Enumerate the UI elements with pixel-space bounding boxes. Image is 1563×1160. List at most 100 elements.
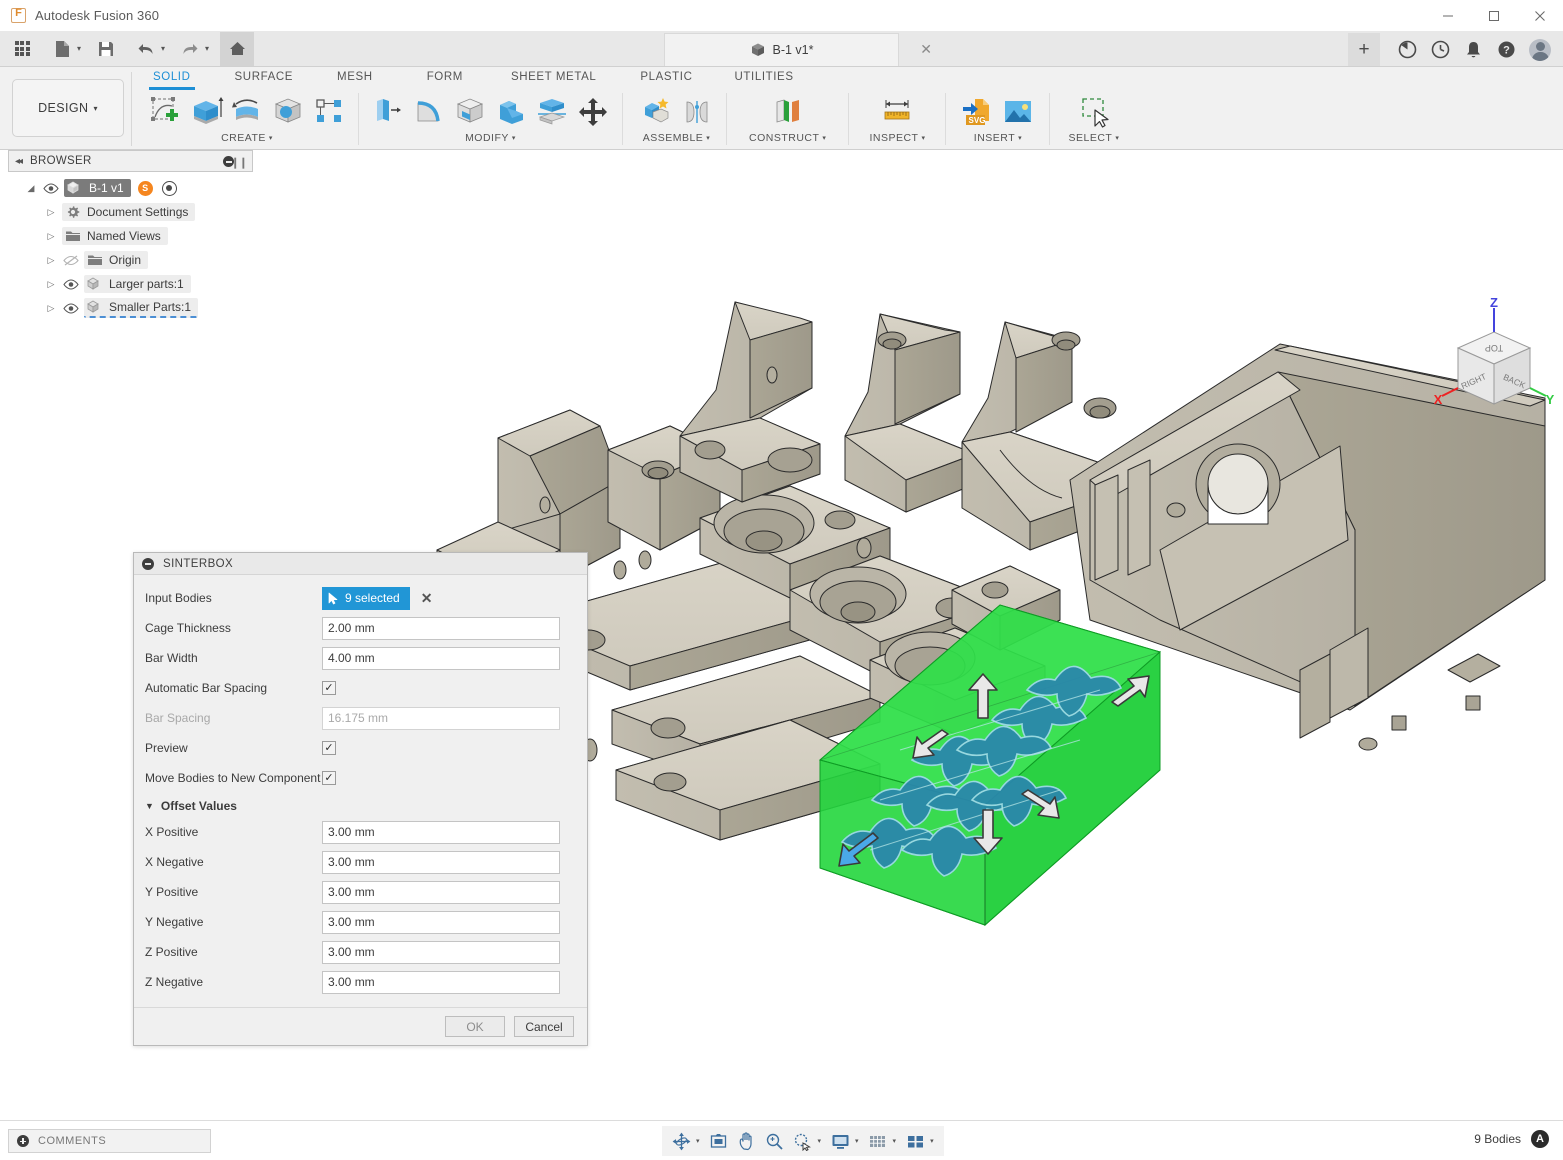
combine-icon[interactable] — [492, 93, 530, 131]
insert-svg-icon[interactable]: SVG — [958, 93, 996, 131]
redo-icon[interactable] — [176, 35, 204, 63]
eye-visible-icon[interactable] — [62, 301, 80, 315]
viewports-caret-icon[interactable]: ▾ — [930, 1137, 934, 1145]
new-file-icon[interactable] — [48, 35, 76, 63]
tree-row-smaller-parts[interactable]: ▷ Smaller Parts:1 — [8, 296, 253, 320]
undo-caret-icon[interactable]: ▾ — [161, 44, 165, 53]
radio-toggle-icon[interactable] — [161, 180, 177, 196]
orbit-caret-icon[interactable]: ▾ — [696, 1137, 700, 1145]
look-at-icon[interactable] — [706, 1129, 732, 1153]
grid-snaps-caret-icon[interactable]: ▾ — [893, 1137, 897, 1145]
save-icon[interactable] — [92, 35, 120, 63]
tab-form[interactable]: FORM — [414, 68, 476, 87]
expander-icon[interactable]: ◢ — [24, 181, 38, 195]
offset-values-section-header[interactable]: ▼ Offset Values — [134, 793, 587, 817]
panel-modify-label[interactable]: MODIFY ▾ — [465, 132, 516, 144]
browser-grip-icon[interactable]: ❙❙ — [231, 156, 248, 169]
move-bodies-checkbox[interactable]: ✓ — [322, 771, 336, 785]
expander-icon[interactable]: ▷ — [44, 229, 58, 243]
automatic-bar-spacing-checkbox[interactable]: ✓ — [322, 681, 336, 695]
tab-sheet-metal[interactable]: SHEET METAL — [498, 68, 609, 87]
panel-insert-label[interactable]: INSERT ▾ — [974, 132, 1022, 144]
expander-icon[interactable]: ▷ — [44, 277, 58, 291]
tree-item-smaller-parts[interactable]: Smaller Parts:1 — [84, 298, 199, 318]
tab-solid[interactable]: SOLID — [140, 68, 204, 90]
eye-visible-icon[interactable] — [62, 277, 80, 291]
expander-icon[interactable]: ▷ — [44, 205, 58, 219]
redo-caret-icon[interactable]: ▾ — [205, 44, 209, 53]
joint-icon[interactable] — [678, 93, 716, 131]
zoom-window-caret-icon[interactable]: ▾ — [818, 1137, 822, 1145]
tree-row-origin[interactable]: ▷ Origin — [8, 248, 253, 272]
zoom-icon[interactable] — [762, 1129, 788, 1153]
clear-selection-icon[interactable]: ✕ — [421, 590, 433, 607]
eye-hidden-icon[interactable] — [62, 253, 80, 267]
dialog-minimize-icon[interactable] — [142, 557, 154, 570]
panel-construct-label[interactable]: CONSTRUCT ▾ — [749, 132, 826, 144]
tree-item-origin[interactable]: Origin — [84, 251, 149, 269]
minimize-button[interactable] — [1425, 0, 1471, 31]
y-positive-input[interactable]: 3.00 mm — [322, 880, 560, 904]
home-icon[interactable] — [220, 31, 255, 66]
display-settings-icon[interactable] — [827, 1129, 853, 1153]
viewports-icon[interactable] — [902, 1129, 928, 1153]
tree-item-b1[interactable]: B-1 v1 — [64, 179, 131, 197]
revolve-icon[interactable] — [228, 93, 266, 131]
account-avatar[interactable] — [1529, 38, 1551, 61]
insert-image-icon[interactable] — [999, 93, 1037, 131]
panel-inspect-label[interactable]: INSPECT ▾ — [869, 132, 925, 144]
tab-mesh[interactable]: MESH — [324, 68, 386, 87]
preview-checkbox[interactable]: ✓ — [322, 741, 336, 755]
cage-thickness-input[interactable]: 2.00 mm — [322, 616, 560, 640]
app-grid-icon[interactable] — [8, 35, 36, 63]
tree-item-document-settings[interactable]: Document Settings — [62, 203, 196, 221]
pattern-icon[interactable] — [310, 93, 348, 131]
x-negative-input[interactable]: 3.00 mm — [322, 850, 560, 874]
view-cube[interactable]: TOP RIGHT BACK Z X Y — [1434, 295, 1555, 407]
tree-row-named-views[interactable]: ▷ Named Views — [8, 224, 253, 248]
notifications-bell-icon[interactable] — [1463, 40, 1483, 60]
job-status-icon[interactable] — [1397, 40, 1417, 60]
orbit-icon[interactable] — [668, 1129, 694, 1153]
expander-icon[interactable]: ▷ — [44, 253, 58, 267]
maximize-button[interactable] — [1471, 0, 1517, 31]
recent-activity-icon[interactable] — [1430, 40, 1450, 60]
collapse-panel-icon[interactable]: ◂◂ — [15, 156, 23, 167]
tree-item-named-views[interactable]: Named Views — [62, 227, 168, 245]
cancel-button[interactable]: Cancel — [514, 1016, 574, 1037]
pan-icon[interactable] — [734, 1129, 760, 1153]
tree-item-larger-parts[interactable]: Larger parts:1 — [84, 275, 191, 293]
x-positive-input[interactable]: 3.00 mm — [322, 820, 560, 844]
workspace-switcher-button[interactable]: DESIGN ▾ — [12, 79, 124, 137]
z-positive-input[interactable]: 3.00 mm — [322, 940, 560, 964]
tab-utilities[interactable]: UTILITIES — [722, 68, 807, 87]
cloud-status-badge[interactable]: S — [137, 180, 153, 196]
measure-icon[interactable] — [878, 93, 916, 131]
tab-surface[interactable]: SURFACE — [222, 68, 307, 87]
display-settings-caret-icon[interactable]: ▾ — [855, 1137, 859, 1145]
document-tab[interactable]: B-1 v1* ✕ — [664, 33, 932, 66]
window-select-icon[interactable] — [1075, 93, 1113, 131]
tree-row-root[interactable]: ◢ B-1 v1 S — [8, 176, 253, 200]
press-pull-icon[interactable] — [369, 93, 407, 131]
shell-icon[interactable] — [451, 93, 489, 131]
new-tab-button[interactable]: + — [1348, 33, 1380, 66]
expander-icon[interactable]: ▷ — [44, 301, 58, 315]
panel-select-label[interactable]: SELECT ▾ — [1068, 132, 1119, 144]
zoom-window-icon[interactable] — [790, 1129, 816, 1153]
z-negative-input[interactable]: 3.00 mm — [322, 970, 560, 994]
tab-plastic[interactable]: PLASTIC — [627, 68, 705, 87]
ok-button[interactable]: OK — [445, 1016, 505, 1037]
tree-row-larger-parts[interactable]: ▷ Larger parts:1 — [8, 272, 253, 296]
help-icon[interactable]: ? — [1496, 40, 1516, 60]
new-component-icon[interactable] — [637, 93, 675, 131]
new-file-caret-icon[interactable]: ▾ — [77, 44, 81, 53]
split-body-icon[interactable] — [533, 93, 571, 131]
panel-create-label[interactable]: CREATE ▾ — [221, 132, 273, 144]
bar-width-input[interactable]: 4.00 mm — [322, 646, 560, 670]
close-button[interactable] — [1517, 0, 1563, 31]
grid-snaps-icon[interactable] — [865, 1129, 891, 1153]
y-negative-input[interactable]: 3.00 mm — [322, 910, 560, 934]
eye-visible-icon[interactable] — [42, 181, 60, 195]
autodesk-badge-icon[interactable]: A — [1531, 1130, 1549, 1148]
